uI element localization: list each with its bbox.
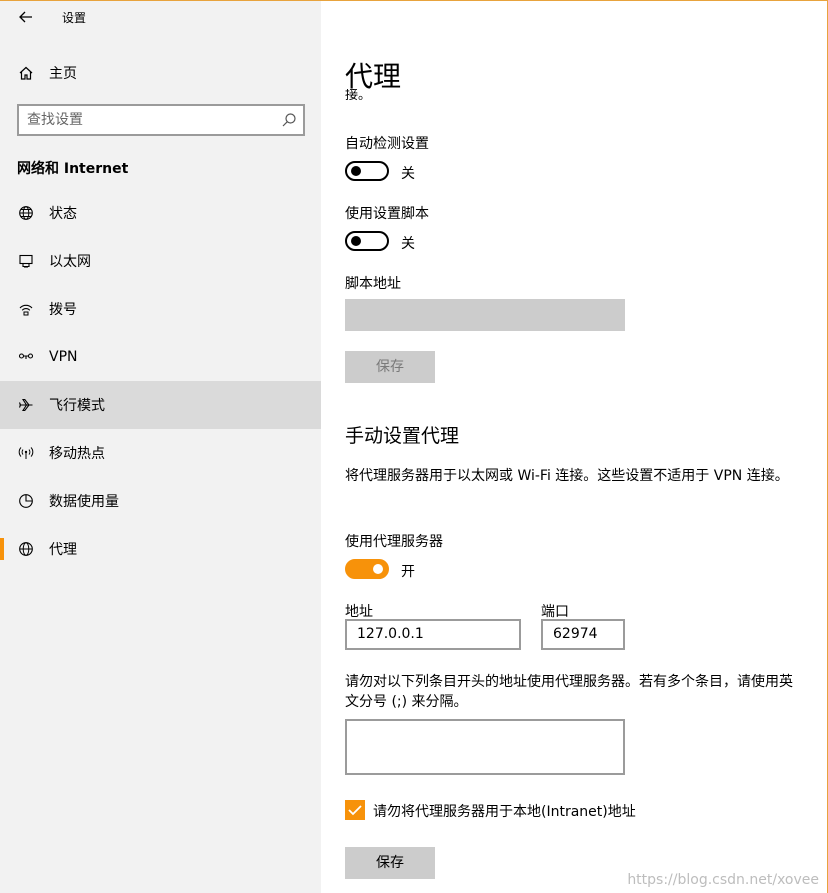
sidebar-item-status[interactable]: 状态	[0, 189, 321, 237]
sidebar-item-airplane-mode[interactable]: 飞行模式	[0, 381, 321, 429]
sidebar-item-label: 代理	[49, 542, 77, 558]
sidebar-item-label: 飞行模式	[49, 398, 105, 414]
checkmark-icon	[348, 805, 362, 816]
sidebar-item-data-usage[interactable]: 数据使用量	[0, 477, 321, 525]
manual-proxy-heading: 手动设置代理	[345, 425, 460, 447]
sidebar-item-dialup[interactable]: 拨号	[0, 285, 321, 333]
use-script-toggle[interactable]	[345, 231, 389, 251]
sidebar-item-mobile-hotspot[interactable]: 移动热点	[0, 429, 321, 477]
use-proxy-toggle[interactable]	[345, 559, 389, 579]
search-input[interactable]	[27, 111, 267, 129]
local-address-label: 请勿将代理服务器用于本地(Intranet)地址	[373, 804, 636, 820]
save-button[interactable]: 保存	[345, 847, 435, 879]
ethernet-icon	[17, 252, 35, 270]
use-script-label: 使用设置脚本	[345, 206, 429, 222]
data-usage-icon	[17, 492, 35, 510]
airplane-icon	[17, 396, 35, 414]
script-address-input[interactable]	[345, 299, 625, 331]
sidebar-item-label: 以太网	[49, 254, 91, 270]
selected-indicator	[0, 538, 4, 560]
globe-status-icon	[17, 204, 35, 222]
script-address-label: 脚本地址	[345, 276, 401, 292]
address-label: 地址	[345, 604, 373, 620]
home-icon	[17, 64, 35, 82]
sidebar-item-label: 状态	[49, 206, 77, 222]
use-proxy-state: 开	[401, 564, 415, 580]
sidebar: 设置 主页 网络和 Internet 状态 以太网	[0, 1, 321, 893]
use-script-state: 关	[401, 236, 415, 252]
sidebar-item-label: VPN	[49, 349, 78, 365]
toggle-knob	[351, 236, 361, 246]
main-content: 代理 接。 自动检测设置 关 使用设置脚本 关 脚本地址 保存 手动设置代理 将…	[321, 1, 827, 893]
sidebar-item-ethernet[interactable]: 以太网	[0, 237, 321, 285]
sidebar-item-proxy[interactable]: 代理	[0, 525, 321, 573]
port-input[interactable]: 62974	[541, 619, 625, 650]
title-bar: 设置	[0, 1, 321, 33]
search-icon[interactable]	[281, 112, 297, 128]
auto-detect-label: 自动检测设置	[345, 136, 429, 152]
app-title: 设置	[62, 11, 87, 25]
local-address-checkbox[interactable]	[345, 800, 365, 820]
save-script-button[interactable]: 保存	[345, 351, 435, 383]
sidebar-item-label: 数据使用量	[49, 494, 119, 510]
search-box[interactable]	[17, 104, 305, 136]
toggle-knob	[351, 166, 361, 176]
address-input[interactable]: 127.0.0.1	[345, 619, 521, 650]
auto-detect-toggle[interactable]	[345, 161, 389, 181]
exceptions-description: 请勿对以下列条目开头的地址使用代理服务器。若有多个条目，请使用英文分号 (;) …	[345, 674, 793, 710]
toggle-knob	[373, 564, 383, 574]
settings-window: 设置 主页 网络和 Internet 状态 以太网	[0, 0, 828, 893]
hotspot-icon	[17, 444, 35, 462]
auto-detect-state: 关	[401, 166, 415, 182]
nav-home-label: 主页	[49, 66, 77, 82]
sidebar-item-label: 拨号	[49, 302, 77, 318]
exceptions-textarea[interactable]	[345, 719, 625, 775]
dialup-icon	[17, 300, 35, 318]
port-label: 端口	[541, 604, 569, 620]
arrow-left-icon	[19, 11, 32, 23]
watermark: https://blog.csdn.net/xovee	[627, 872, 819, 888]
clipped-description: 接。	[345, 89, 372, 103]
back-button[interactable]	[12, 5, 40, 29]
use-proxy-label: 使用代理服务器	[345, 534, 443, 550]
sidebar-item-label: 移动热点	[49, 446, 105, 462]
nav-home[interactable]: 主页	[0, 49, 321, 97]
sidebar-item-vpn[interactable]: VPN	[0, 333, 321, 381]
globe-icon	[17, 540, 35, 558]
section-heading: 网络和 Internet	[17, 161, 129, 177]
manual-proxy-description: 将代理服务器用于以太网或 Wi-Fi 连接。这些设置不适用于 VPN 连接。	[345, 468, 789, 484]
vpn-icon	[17, 348, 35, 366]
